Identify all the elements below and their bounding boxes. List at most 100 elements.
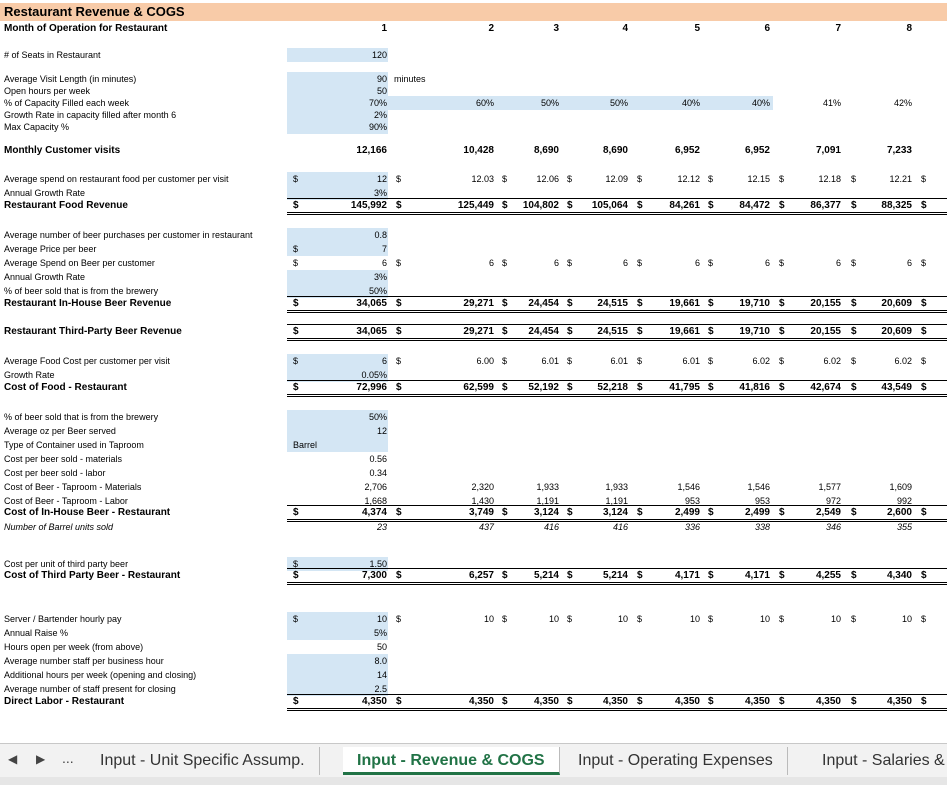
value-month-7: 2,549 (815, 507, 841, 518)
row-label: Annual Growth Rate (4, 188, 86, 198)
dollar-sign: $ (567, 326, 573, 337)
dollar-sign: $ (637, 258, 643, 268)
dollar-sign: $ (708, 507, 714, 518)
row-direct-labor: Direct Labor - Restaurant 4,350 4,350 4,350… (0, 694, 947, 711)
value-month-2: 2,320 (471, 482, 494, 492)
month-number: 7 (835, 23, 841, 34)
value-month-8: 355 (896, 522, 912, 532)
value-month-8: 20,609 (881, 326, 912, 337)
dollar-sign: $ (396, 696, 402, 707)
total-top-border (287, 296, 947, 297)
value-month-2: 6 (488, 258, 494, 268)
value-month-5: 41,795 (669, 382, 700, 393)
value-month-1[interactable]: 0.8 (327, 228, 387, 242)
sheet-tab[interactable]: Input - Salaries & (808, 747, 947, 775)
row-label: Cost per beer sold - labor (4, 468, 106, 478)
dollar-sign: $ (779, 298, 785, 309)
value-month-1[interactable]: 10 (327, 612, 387, 626)
dollar-sign: $ (708, 356, 714, 366)
dollar-sign: $ (502, 614, 508, 624)
dollar-sign: $ (921, 200, 927, 211)
value-month-6: 4,350 (744, 696, 770, 707)
value-month-8: 88,325 (881, 200, 912, 211)
value-month-6: 10 (759, 614, 770, 624)
dollar-sign: $ (396, 298, 402, 309)
row-label: Cost of Beer - Taproom - Materials (4, 482, 142, 492)
dollar-sign: $ (396, 174, 402, 184)
dollar-sign: $ (567, 696, 573, 707)
value-month-1[interactable]: 120 (327, 48, 387, 62)
value-month-2: 12.03 (471, 174, 494, 184)
row-label: Cost of In-House Beer - Restaurant (4, 507, 171, 518)
dollar-sign: $ (293, 614, 299, 624)
dollar-sign: $ (293, 696, 299, 707)
sheet-tab[interactable]: Input - Revenue & COGS (343, 747, 560, 775)
value-month-8: 12.21 (889, 174, 912, 184)
value-month-1[interactable]: 14 (327, 668, 387, 682)
value-month-6: 12.15 (747, 174, 770, 184)
value-month-7: 10 (830, 614, 841, 624)
value-month-1[interactable]: 8.0 (327, 654, 387, 668)
value-month-4: 5,214 (602, 570, 628, 581)
value-month-1[interactable]: 12 (327, 172, 387, 186)
dollar-sign: $ (502, 174, 508, 184)
dollar-sign: $ (779, 356, 785, 366)
value-month-8: 4,350 (886, 696, 912, 707)
value-month-1[interactable]: 12 (327, 424, 387, 438)
dollar-sign: $ (851, 614, 857, 624)
sheet-tab[interactable]: Input - Unit Specific Assump. (86, 747, 320, 775)
tab-next-icon[interactable]: ▶ (36, 752, 45, 766)
dollar-sign: $ (567, 570, 573, 581)
row-thirdparty-beer-revenue: Restaurant Third-Party Beer Revenue 34,06… (0, 324, 947, 341)
dollar-sign: $ (396, 382, 402, 393)
dollar-sign: $ (502, 326, 508, 337)
row-spend-food: Average spend on restaurant food per cus… (0, 172, 947, 186)
value-month-1[interactable]: 50% (327, 410, 387, 424)
value-month-4: 3,124 (602, 507, 628, 518)
dollar-sign: $ (779, 200, 785, 211)
value-month-7: 6.02 (823, 356, 841, 366)
dollar-sign: $ (293, 298, 299, 309)
value-month-5: 10 (689, 614, 700, 624)
row-beer-purchases: Average number of beer purchases per cus… (0, 228, 947, 242)
value-month-4: 4,350 (602, 696, 628, 707)
total-top-border (287, 324, 947, 325)
value-month-5: 6,952 (674, 145, 700, 156)
value-month-1: 2,706 (364, 482, 387, 492)
value-month-7: 7,091 (815, 145, 841, 156)
value-month-1[interactable]: 3% (327, 270, 387, 284)
dollar-sign: $ (779, 614, 785, 624)
dollar-sign: $ (851, 696, 857, 707)
value-month-7: 42,674 (810, 382, 841, 393)
value-month-2: 6.00 (476, 356, 494, 366)
row-beer-price: Average Price per beer 7 $ (0, 242, 947, 256)
dollar-sign: $ (708, 174, 714, 184)
tab-more-button[interactable]: ... (62, 750, 74, 766)
value-month-1: 12,166 (356, 145, 387, 156)
value-month-1[interactable]: 5% (327, 626, 387, 640)
month-header-row: Month of Operation for Restaurant 1 2 3 4 5 6… (0, 22, 947, 36)
value-month-1: 72,996 (356, 382, 387, 393)
value-month-1[interactable]: 90% (327, 120, 387, 134)
dollar-sign: $ (396, 614, 402, 624)
row-label: Average spend on restaurant food per cus… (4, 174, 229, 184)
container-type-value[interactable]: Barrel (293, 438, 317, 452)
dollar-sign: $ (637, 298, 643, 309)
dollar-sign: $ (921, 298, 927, 309)
sheet-tab[interactable]: Input - Operating Expenses (564, 747, 788, 775)
dollar-sign: $ (779, 382, 785, 393)
dollar-sign: $ (293, 382, 299, 393)
value-month-2: 10,428 (463, 145, 494, 156)
dollar-sign: $ (921, 326, 927, 337)
value-month-1[interactable]: 7 (327, 242, 387, 256)
value-month-7: 6 (835, 258, 841, 268)
value-month-2: 29,271 (463, 326, 494, 337)
tab-prev-icon[interactable]: ◀ (8, 752, 17, 766)
dollar-sign: $ (921, 258, 927, 268)
value-month-5: 336 (684, 522, 700, 532)
value-month-1[interactable]: 6 (327, 354, 387, 368)
value-month-5: 2,499 (674, 507, 700, 518)
value-month-1: 34,065 (356, 298, 387, 309)
row-label: % of beer sold that is from the brewery (4, 286, 159, 296)
spreadsheet-grid[interactable]: Restaurant Revenue & COGS Month of Opera… (0, 0, 947, 743)
